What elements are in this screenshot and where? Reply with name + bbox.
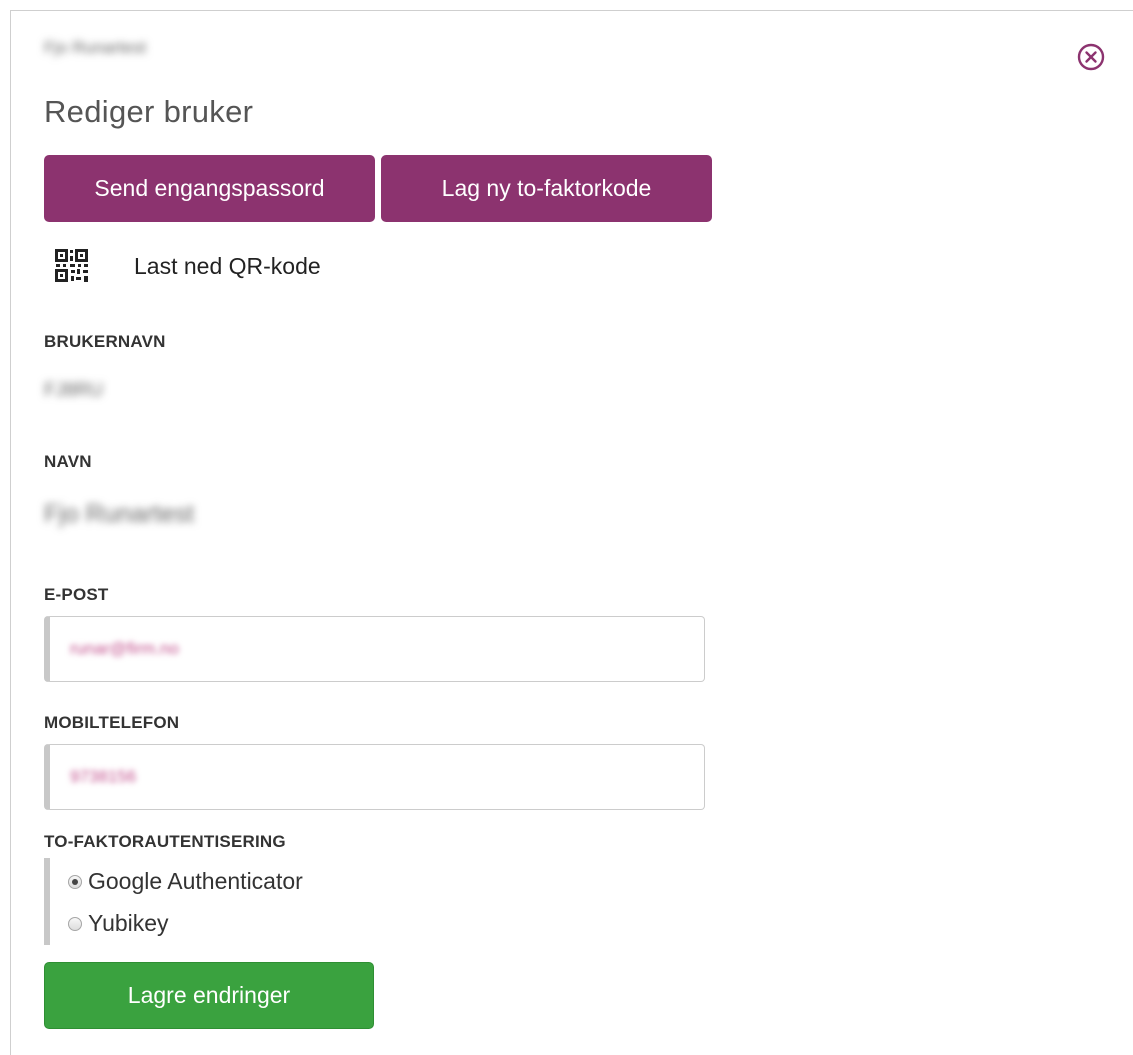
email-field[interactable]: runar@firm.no	[44, 616, 705, 682]
user-display-name: Fjo Runartest	[44, 38, 147, 57]
radio-label-yubikey: Yubikey	[88, 910, 169, 936]
name-label: NAVN	[44, 452, 92, 471]
two-factor-label: TO-FAKTORAUTENTISERING	[44, 832, 286, 851]
mobile-field[interactable]: 9738156	[44, 744, 705, 810]
qr-code-icon	[55, 249, 88, 282]
mobile-value: 9738156	[70, 767, 137, 786]
download-qr-label: Last ned QR-kode	[134, 252, 321, 279]
radio-button-unchecked[interactable]	[68, 916, 82, 931]
email-label: E-POST	[44, 585, 109, 604]
email-value: runar@firm.no	[70, 639, 179, 658]
save-changes-button[interactable]: Lagre endringer	[44, 962, 374, 1029]
radio-google-authenticator[interactable]: Google Authenticator	[68, 868, 303, 895]
new-2fa-code-button[interactable]: Lag ny to-faktorkode	[381, 155, 712, 222]
radio-label-google-authenticator: Google Authenticator	[88, 868, 303, 894]
send-otp-button[interactable]: Send engangspassord	[44, 155, 375, 222]
username-label: BRUKERNAVN	[44, 332, 166, 351]
mobile-label: MOBILTELEFON	[44, 713, 180, 732]
close-button[interactable]	[1074, 40, 1108, 74]
page-title: Rediger bruker	[44, 94, 254, 129]
username-value: FJ8RU	[44, 380, 104, 401]
two-factor-radio-group: Google Authenticator Yubikey	[44, 858, 444, 945]
download-qr-link[interactable]: Last ned QR-kode	[54, 248, 321, 284]
close-circle-icon	[1077, 43, 1105, 71]
radio-button-checked[interactable]	[68, 874, 82, 889]
radio-yubikey[interactable]: Yubikey	[68, 910, 169, 937]
name-value: Fjo Runartest	[44, 500, 195, 528]
